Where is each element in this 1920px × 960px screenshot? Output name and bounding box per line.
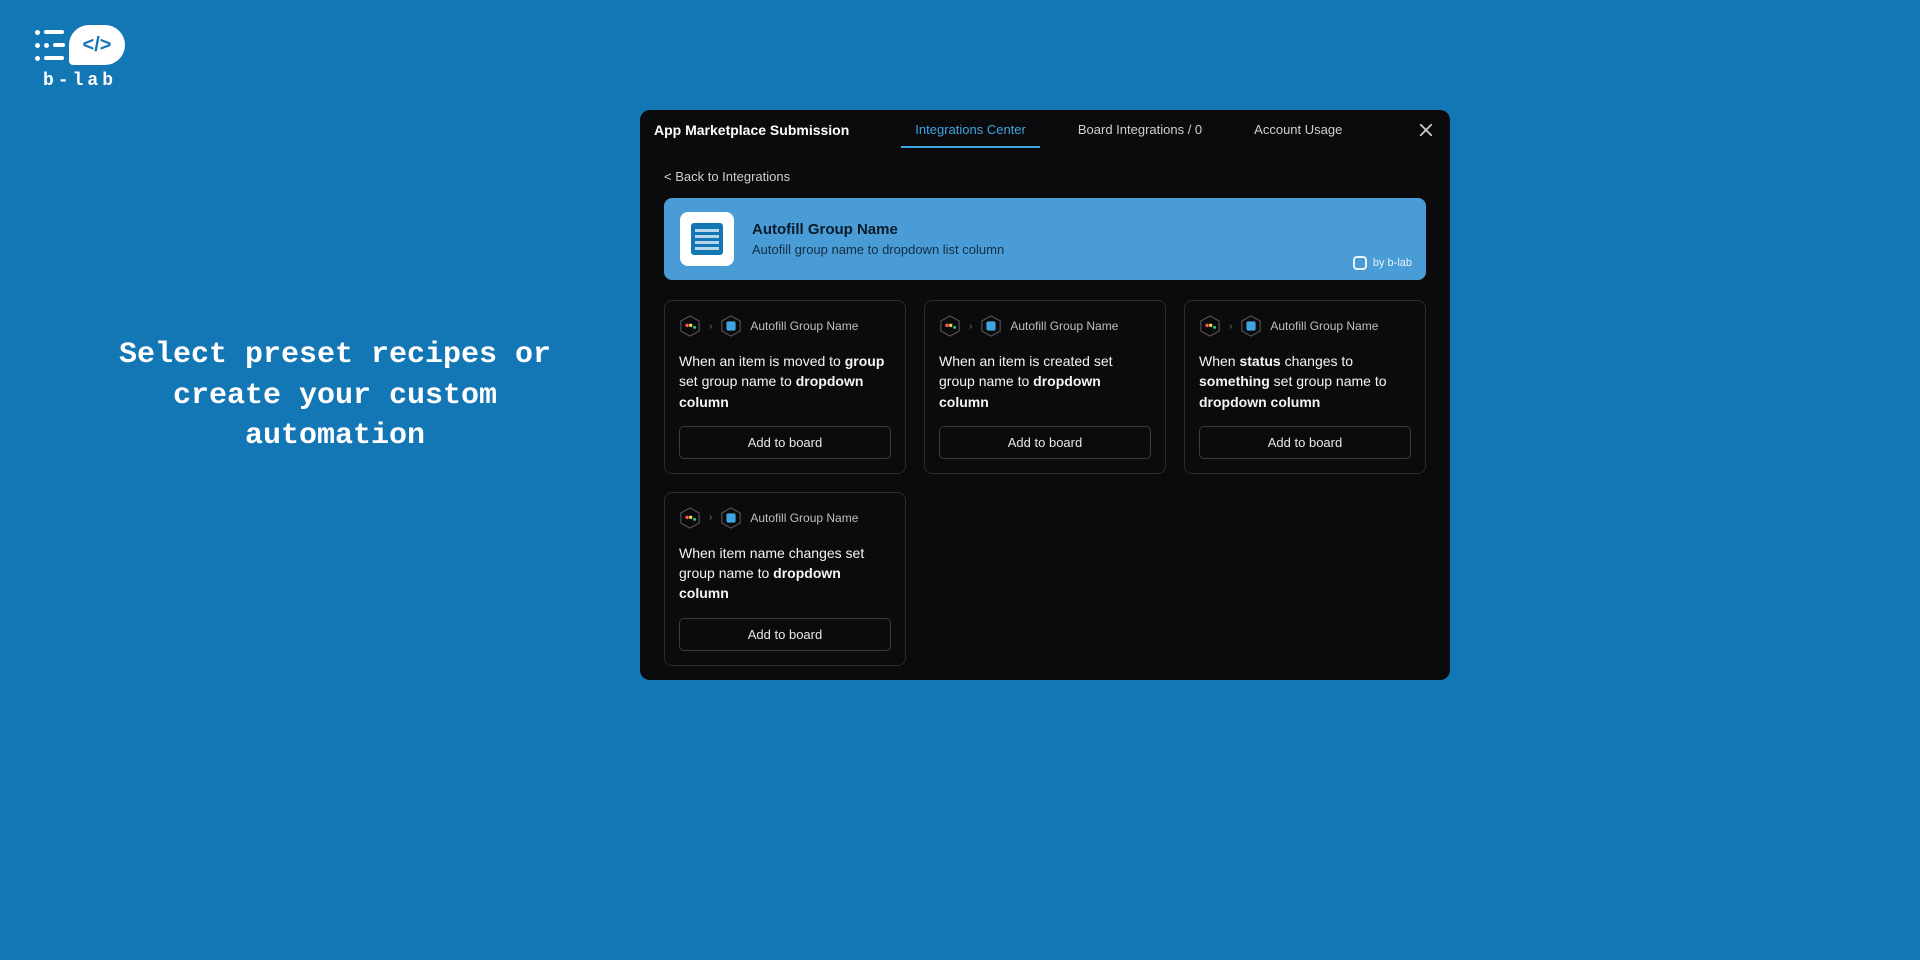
modal-tabs: Integrations Center Board Integrations /… xyxy=(889,112,1368,147)
banner-credit: by b-lab xyxy=(1353,256,1412,270)
recipe-description: When status changes to something set gro… xyxy=(1199,351,1411,412)
back-to-integrations-link[interactable]: < Back to Integrations xyxy=(664,169,790,184)
autofill-icon xyxy=(720,507,742,529)
logo-text: b-lab xyxy=(43,71,117,91)
recipe-card-head: › Autofill Group Name xyxy=(679,507,891,529)
add-to-board-button[interactable]: Add to board xyxy=(1199,426,1411,459)
recipe-description: When item name changes set group name to… xyxy=(679,543,891,604)
integration-banner: Autofill Group Name Autofill group name … xyxy=(664,198,1426,280)
recipe-grid: › Autofill Group Name When an item is mo… xyxy=(664,300,1426,666)
autofill-icon xyxy=(980,315,1002,337)
recipe-description: When an item is moved to group set group… xyxy=(679,351,891,412)
recipe-label: Autofill Group Name xyxy=(1010,319,1118,333)
add-to-board-button[interactable]: Add to board xyxy=(939,426,1151,459)
modal-title: App Marketplace Submission xyxy=(654,122,849,138)
integration-icon xyxy=(680,212,734,266)
tab-integrations-center[interactable]: Integrations Center xyxy=(889,112,1052,147)
tab-board-integrations[interactable]: Board Integrations / 0 xyxy=(1052,112,1228,147)
add-to-board-button[interactable]: Add to board xyxy=(679,426,891,459)
chevron-right-icon: › xyxy=(969,321,972,332)
autofill-icon xyxy=(720,315,742,337)
recipe-card-head: › Autofill Group Name xyxy=(939,315,1151,337)
modal-header: App Marketplace Submission Integrations … xyxy=(640,110,1450,150)
recipe-card: › Autofill Group Name When an item is cr… xyxy=(924,300,1166,474)
monday-icon xyxy=(1199,315,1221,337)
recipe-card: › Autofill Group Name When status change… xyxy=(1184,300,1426,474)
tab-account-usage[interactable]: Account Usage xyxy=(1228,112,1368,147)
autofill-icon xyxy=(1240,315,1262,337)
chevron-right-icon: › xyxy=(709,321,712,332)
brand-logo: </> b-lab xyxy=(35,25,125,91)
chevron-right-icon: › xyxy=(709,512,712,523)
banner-subtitle: Autofill group name to dropdown list col… xyxy=(752,242,1004,257)
recipe-label: Autofill Group Name xyxy=(750,319,858,333)
hero-text: Select preset recipes or create your cus… xyxy=(110,335,560,457)
recipe-label: Autofill Group Name xyxy=(750,511,858,525)
recipe-card-head: › Autofill Group Name xyxy=(679,315,891,337)
recipe-card-head: › Autofill Group Name xyxy=(1199,315,1411,337)
recipe-card: › Autofill Group Name When an item is mo… xyxy=(664,300,906,474)
chevron-right-icon: › xyxy=(1229,321,1232,332)
logo-mark: </> xyxy=(35,25,125,65)
add-to-board-button[interactable]: Add to board xyxy=(679,618,891,651)
monday-icon xyxy=(679,315,701,337)
recipe-description: When an item is created set group name t… xyxy=(939,351,1151,412)
banner-title: Autofill Group Name xyxy=(752,221,1004,238)
recipe-card: › Autofill Group Name When item name cha… xyxy=(664,492,906,666)
monday-icon xyxy=(679,507,701,529)
integrations-modal: App Marketplace Submission Integrations … xyxy=(640,110,1450,680)
logo-badge: </> xyxy=(69,25,125,65)
recipe-label: Autofill Group Name xyxy=(1270,319,1378,333)
monday-icon xyxy=(939,315,961,337)
banner-credit-text: by b-lab xyxy=(1373,257,1412,269)
close-icon[interactable] xyxy=(1416,120,1436,140)
modal-body: < Back to Integrations Autofill Group Na… xyxy=(640,150,1450,680)
credit-icon xyxy=(1353,256,1367,270)
